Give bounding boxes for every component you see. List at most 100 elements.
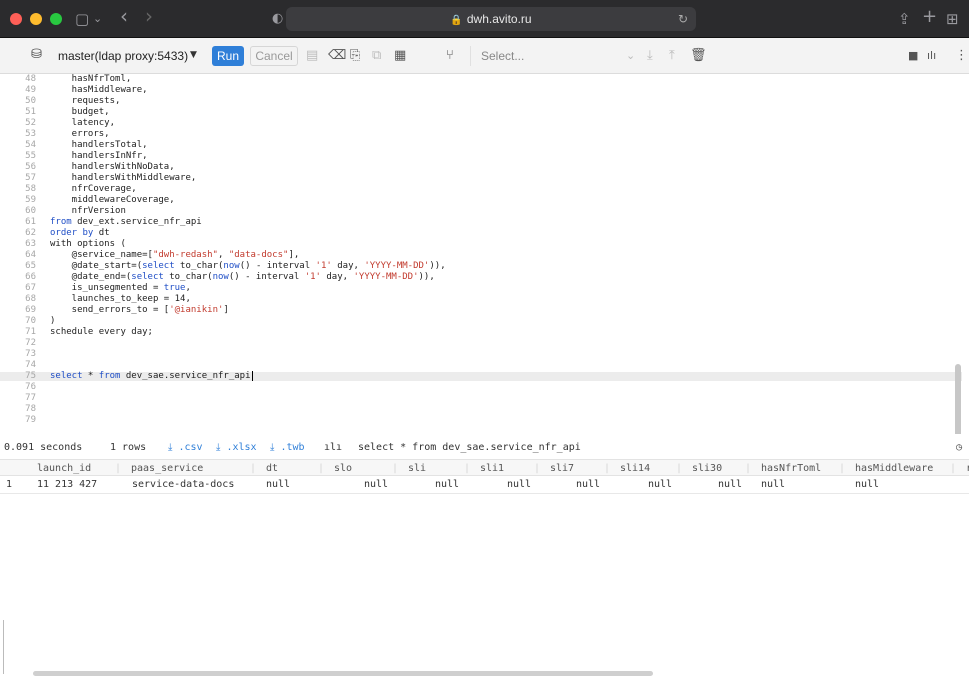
download-xlsx-link[interactable]: ⤓ .xlsx <box>216 438 257 457</box>
editor-line[interactable]: 63 with options ( <box>0 240 962 249</box>
save-icon[interactable]: ▦ <box>394 47 406 65</box>
table-cell[interactable]: 11 213 427 <box>37 476 97 494</box>
column-header[interactable]: sli <box>408 460 426 477</box>
tabs-overview-icon[interactable]: ⊞ <box>946 9 959 29</box>
editor-line[interactable]: 48 hasNfrToml, <box>0 75 962 84</box>
column-divider[interactable]: | <box>839 460 845 477</box>
editor-line[interactable]: 50 requests, <box>0 97 962 106</box>
editor-line[interactable]: 70) <box>0 317 962 326</box>
minimize-window-button[interactable] <box>30 13 42 25</box>
editor-line[interactable]: 57 handlersWithMiddleware, <box>0 174 962 183</box>
editor-scrollbar[interactable] <box>955 364 961 434</box>
table-cell[interactable]: null <box>648 476 672 494</box>
editor-line[interactable]: 49 hasMiddleware, <box>0 86 962 95</box>
forward-icon[interactable]: › <box>145 6 153 26</box>
editor-line[interactable]: 65 @date_start=(select to_char(now() - i… <box>0 262 962 271</box>
editor-line[interactable]: 71 schedule every day; <box>0 328 962 337</box>
editor-line[interactable]: 79 <box>0 416 962 425</box>
column-header[interactable]: sli14 <box>620 460 650 477</box>
editor-line[interactable]: 56 handlersWithNoData, <box>0 163 962 172</box>
editor-line[interactable]: 54 handlersTotal, <box>0 141 962 150</box>
column-divider[interactable]: | <box>534 460 540 477</box>
download-csv-link[interactable]: ⤓ .csv <box>168 438 203 457</box>
shield-icon[interactable]: ◐ <box>272 9 283 29</box>
sidebar-icon[interactable]: ▢ <box>75 9 89 29</box>
column-divider[interactable]: | <box>250 460 256 477</box>
editor-line[interactable]: 62 order by dt <box>0 229 962 238</box>
back-icon[interactable]: ‹ <box>120 6 128 26</box>
table-cell[interactable]: null <box>761 476 785 494</box>
new-tab-icon[interactable]: + <box>922 7 937 27</box>
editor-line[interactable]: 66 @date_end=(select to_char(now() - int… <box>0 273 962 282</box>
table-cell[interactable]: null <box>718 476 742 494</box>
fork-icon[interactable]: ⑂ <box>446 47 454 65</box>
bookmark-icon[interactable]: ⎘ <box>350 47 360 65</box>
editor-line[interactable]: 55 handlersInNfr, <box>0 152 962 161</box>
sql-editor[interactable]: 79 78 77 76 75 select * from dev_sae.service_… <box>0 74 962 434</box>
editor-line[interactable]: 67 is_unsegmented = true, <box>0 284 962 293</box>
column-divider[interactable]: | <box>676 460 682 477</box>
column-header[interactable]: sli7 <box>550 460 574 477</box>
more-icon[interactable]: ⋮ <box>955 47 968 65</box>
table-cell[interactable]: null <box>266 476 290 494</box>
download-icon[interactable]: ⤓ <box>647 47 653 65</box>
table-cell[interactable]: null <box>507 476 531 494</box>
editor-line[interactable]: 69 send_errors_to = ['@ianikin'] <box>0 306 962 315</box>
column-header[interactable]: sli30 <box>692 460 722 477</box>
results-horizontal-scrollbar[interactable] <box>33 671 653 676</box>
column-divider[interactable]: | <box>318 460 324 477</box>
zoom-window-button[interactable] <box>50 13 62 25</box>
address-bar[interactable]: 🔒 dwh.avito.ru ↻ <box>286 7 696 31</box>
run-button[interactable]: Run <box>212 46 244 66</box>
table-cell[interactable]: null <box>364 476 388 494</box>
reload-icon[interactable]: ↻ <box>678 7 688 31</box>
column-divider[interactable]: | <box>604 460 610 477</box>
download-twb-link[interactable]: ⤓ .twb <box>270 438 305 457</box>
editor-line[interactable]: 53 errors, <box>0 130 962 139</box>
column-header[interactable]: paas_service <box>131 460 203 477</box>
sidebar-caret-icon[interactable]: ⌄ <box>93 9 102 29</box>
table-cell[interactable]: null <box>576 476 600 494</box>
panel-icon[interactable]: ■ <box>908 47 918 65</box>
column-header[interactable]: hasNfrToml <box>761 460 821 477</box>
column-divider[interactable]: | <box>464 460 470 477</box>
editor-line[interactable]: 59 middlewareCoverage, <box>0 196 962 205</box>
column-header[interactable]: sli1 <box>480 460 504 477</box>
column-divider[interactable]: | <box>392 460 398 477</box>
column-header[interactable]: launch_id <box>37 460 91 477</box>
table-cell[interactable]: null <box>435 476 459 494</box>
column-header[interactable]: hasMiddleware <box>855 460 933 477</box>
chevron-down-icon[interactable]: ▼ <box>190 50 197 60</box>
upload-icon[interactable]: ⤒ <box>669 47 675 65</box>
format-icon[interactable]: ▤ <box>306 47 318 65</box>
column-divider[interactable]: | <box>950 460 956 477</box>
eraser-icon[interactable]: ⌫ <box>328 47 346 65</box>
editor-line[interactable]: 64 @service_name=["dwh-redash", "data-do… <box>0 251 962 260</box>
editor-line[interactable]: 61 from dev_ext.service_nfr_api <box>0 218 962 227</box>
editor-line[interactable]: 52 latency, <box>0 119 962 128</box>
column-divider[interactable]: | <box>745 460 751 477</box>
close-window-button[interactable] <box>10 13 22 25</box>
chart-icon[interactable]: ılı <box>927 47 936 65</box>
chevron-down-icon[interactable]: ⌄ <box>626 47 635 65</box>
column-header[interactable]: slo <box>334 460 352 477</box>
editor-line[interactable]: 51 budget, <box>0 108 962 117</box>
share-icon[interactable]: ⇪ <box>898 9 911 29</box>
history-icon[interactable]: ◷ <box>956 438 962 457</box>
editor-line[interactable]: 68 launches_to_keep = 14, <box>0 295 962 304</box>
editor-line[interactable]: 74 <box>0 361 962 370</box>
editor-line[interactable]: 73 <box>0 350 962 359</box>
table-cell[interactable]: null <box>855 476 879 494</box>
table-row[interactable]: 1 11 213 427 service-data-docs null null null… <box>0 476 969 494</box>
editor-line[interactable]: 75 select * from dev_sae.service_nfr_api <box>0 371 962 381</box>
trash-icon[interactable]: 🗑 <box>690 47 707 65</box>
column-divider[interactable]: | <box>115 460 121 477</box>
table-cell[interactable]: service-data-docs <box>132 476 234 494</box>
editor-line[interactable]: 76 <box>0 383 962 392</box>
editor-line[interactable]: 60 nfrVersion <box>0 207 962 216</box>
editor-line[interactable]: 58 nfrCoverage, <box>0 185 962 194</box>
saved-query-select[interactable]: Select... <box>470 46 640 66</box>
cancel-button[interactable]: Cancel <box>250 46 298 66</box>
copy-icon[interactable]: ⧉ <box>372 47 381 65</box>
chart-icon[interactable]: ılı <box>324 438 342 457</box>
